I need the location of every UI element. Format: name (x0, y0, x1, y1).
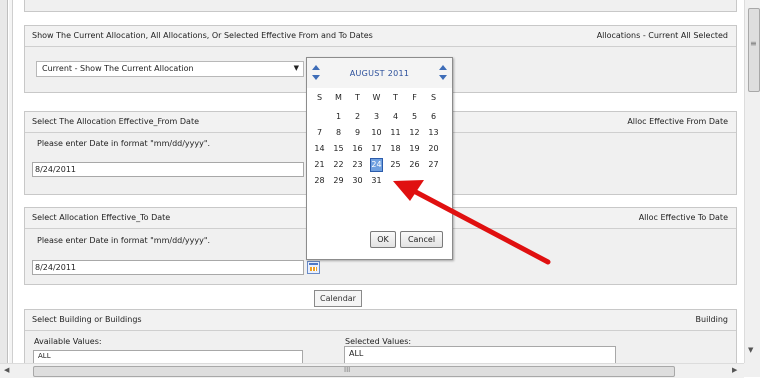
scrollbar-corner (744, 363, 760, 377)
annotation-arrow-head (393, 180, 424, 201)
horizontal-scroll-thumb[interactable]: III (33, 366, 675, 377)
report-parameters-viewport: Show The Current Allocation, All Allocat… (0, 0, 744, 363)
scroll-right-icon[interactable]: ▶ (732, 366, 737, 374)
scroll-down-icon[interactable]: ▼ (748, 346, 753, 354)
grip-icon: ≡ (750, 39, 757, 48)
annotation-arrow (393, 180, 551, 265)
horizontal-scrollbar[interactable]: ◀ III ▶ (0, 363, 744, 378)
annotation-arrow-shaft (409, 187, 551, 265)
vertical-scroll-thumb[interactable]: ≡ (748, 8, 760, 92)
vertical-scrollbar[interactable]: ≡ ▼ (744, 0, 760, 363)
grip-icon: III (344, 366, 351, 374)
scroll-left-icon[interactable]: ◀ (4, 366, 9, 374)
